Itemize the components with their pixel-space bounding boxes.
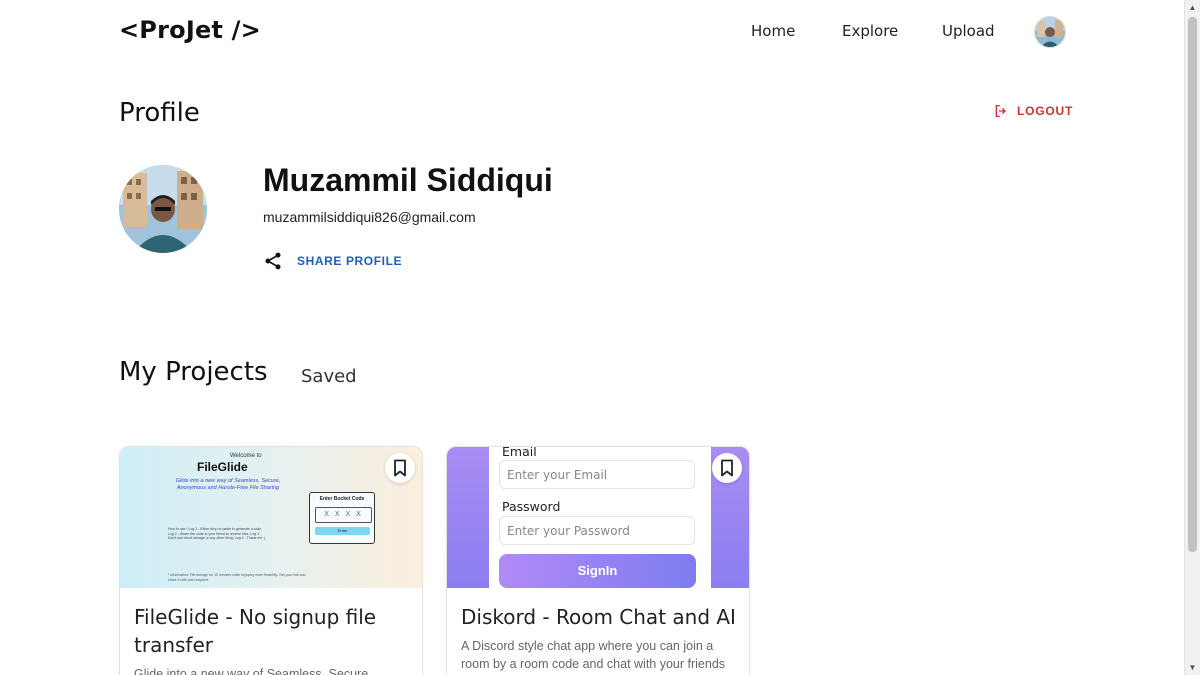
page-title: Profile bbox=[119, 98, 200, 128]
thumbnail-steps: How to use : Log 1 - Either drop or past… bbox=[168, 527, 266, 541]
thumbnail-note: * Information: File storage for 10 minut… bbox=[168, 573, 306, 582]
user-avatar-small[interactable] bbox=[1034, 16, 1066, 48]
thumbnail-code-field: X X X X bbox=[315, 507, 372, 523]
thumbnail-background bbox=[120, 447, 422, 588]
thumbnail-email-label: Email bbox=[502, 447, 537, 459]
tab-saved[interactable]: Saved bbox=[301, 366, 357, 387]
bookmark-button[interactable] bbox=[712, 453, 742, 483]
scroll-up-arrow-icon[interactable]: ▲ bbox=[1185, 0, 1200, 15]
project-thumbnail[interactable]: Welcome to FileGlide Glide into a new wa… bbox=[120, 447, 422, 588]
share-profile-label: SHARE PROFILE bbox=[297, 254, 403, 268]
logout-button[interactable]: LOGOUT bbox=[993, 103, 1073, 119]
project-description: Glide into a new way of Seamless, Secure bbox=[134, 667, 369, 675]
avatar-image bbox=[1035, 17, 1065, 47]
bookmark-icon bbox=[721, 459, 733, 477]
user-name: Muzammil Siddiqui bbox=[263, 162, 553, 198]
thumbnail-password-label: Password bbox=[502, 499, 561, 514]
thumbnail-tagline: Glide into a new way of Seamless, Secure… bbox=[175, 478, 281, 491]
thumbnail-login-panel: Email Enter your Email Password Enter yo… bbox=[489, 447, 711, 588]
profile-page: <ProJet /> Home Explore Upload Profile L… bbox=[0, 0, 1200, 675]
page-scrollbar[interactable]: ▲ ▼ bbox=[1184, 0, 1200, 675]
profile-avatar-image bbox=[119, 165, 207, 253]
project-thumbnail[interactable]: Email Enter your Email Password Enter yo… bbox=[447, 447, 749, 588]
logout-icon bbox=[995, 105, 1006, 117]
thumbnail-code-box: Enter Bucket Code X X X X Enter bbox=[309, 492, 375, 544]
bookmark-icon bbox=[394, 459, 406, 477]
share-icon bbox=[265, 252, 281, 270]
thumbnail-brand: FileGlide bbox=[197, 460, 248, 474]
share-profile-button[interactable]: SHARE PROFILE bbox=[263, 251, 402, 271]
thumbnail-password-field: Enter your Password bbox=[499, 516, 695, 545]
scrollbar-thumb[interactable] bbox=[1188, 17, 1197, 552]
thumbnail-enter-button: Enter bbox=[315, 527, 370, 535]
user-email: muzammilsiddiqui826@gmail.com bbox=[263, 209, 476, 225]
project-title[interactable]: FileGlide - No signup file transfer bbox=[134, 603, 410, 659]
project-card[interactable]: Welcome to FileGlide Glide into a new wa… bbox=[119, 446, 423, 675]
app-logo[interactable]: <ProJet /> bbox=[119, 16, 261, 44]
thumbnail-code-title: Enter Bucket Code bbox=[319, 496, 365, 502]
bookmark-button[interactable] bbox=[385, 453, 415, 483]
tab-my-projects[interactable]: My Projects bbox=[119, 357, 268, 387]
logout-label: LOGOUT bbox=[1017, 104, 1074, 118]
project-card[interactable]: Email Enter your Email Password Enter yo… bbox=[446, 446, 750, 675]
profile-avatar bbox=[119, 165, 207, 253]
thumbnail-signin-button: SignIn bbox=[499, 554, 696, 588]
thumbnail-email-field: Enter your Email bbox=[499, 460, 695, 489]
project-description: A Discord style chat app where you can j… bbox=[461, 639, 726, 671]
nav-explore-link[interactable]: Explore bbox=[842, 22, 898, 40]
nav-upload-link[interactable]: Upload bbox=[942, 22, 995, 40]
thumbnail-welcome-text: Welcome to bbox=[230, 453, 262, 459]
nav-home-link[interactable]: Home bbox=[751, 22, 795, 40]
scroll-down-arrow-icon[interactable]: ▼ bbox=[1185, 660, 1200, 675]
project-title[interactable]: Diskord - Room Chat and AI bbox=[461, 603, 737, 631]
